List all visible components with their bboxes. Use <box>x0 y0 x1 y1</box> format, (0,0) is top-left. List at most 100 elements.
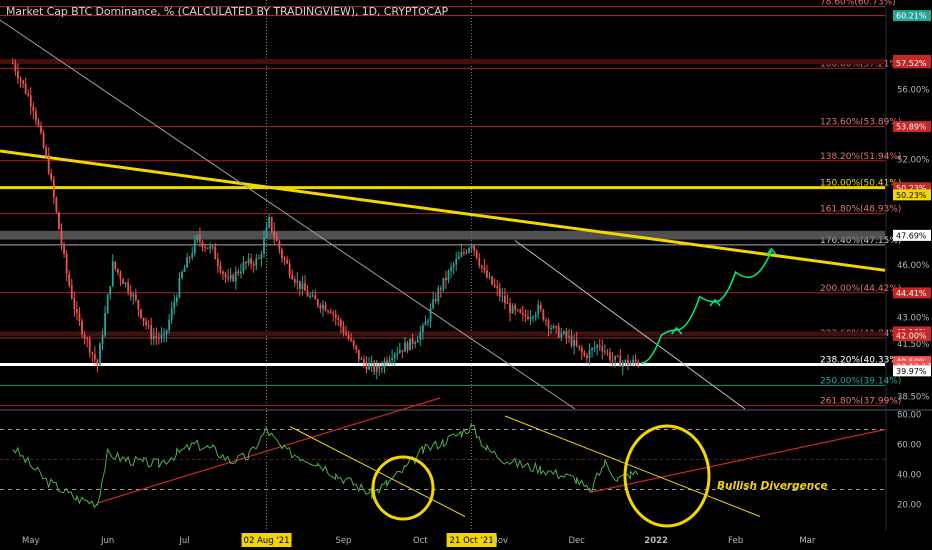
price-label-6: 50.23% <box>896 191 927 200</box>
candle-body-157 <box>414 342 417 345</box>
candle-body-191 <box>501 295 504 297</box>
price-label-3: 57.52% <box>896 59 927 68</box>
candle-body-16 <box>52 179 55 198</box>
candle-body-221 <box>578 345 581 348</box>
candle-body-27 <box>81 321 83 335</box>
candle-body-175 <box>460 252 463 257</box>
candle-body-195 <box>511 305 514 314</box>
candle-body-136 <box>360 359 363 361</box>
candle-body-193 <box>506 302 509 304</box>
candle-body-118 <box>314 295 317 300</box>
time-tick-11: Feb <box>728 536 743 546</box>
candle-body-174 <box>457 256 460 260</box>
candle-body-176 <box>463 252 465 254</box>
candle-body-102 <box>273 230 276 237</box>
candle-body-151 <box>398 350 401 354</box>
time-tick-2: Jun <box>100 536 114 546</box>
candle-body-44 <box>124 282 127 284</box>
fib-level-label-11: 250.00%(39.14%) <box>820 376 901 386</box>
candle-body-24 <box>73 298 76 310</box>
candle-body-51 <box>142 317 145 321</box>
candle-body-93 <box>250 258 253 265</box>
candle-body-8 <box>32 106 35 112</box>
candle-body-70 <box>191 253 194 258</box>
candle-body-204 <box>534 314 537 318</box>
candle-body-150 <box>396 353 399 355</box>
candle-body-178 <box>468 248 470 253</box>
candle-body-14 <box>47 155 50 173</box>
price-tick-5: 41.50% <box>897 340 929 350</box>
candle-body-126 <box>334 314 337 318</box>
candle-body-63 <box>173 302 176 309</box>
chart-canvas[interactable]: 78.60%(60.73%)100.00%(57.21%)123.60%(53.… <box>0 0 932 550</box>
candle-body-39 <box>111 261 114 287</box>
price-label-4: 53.89% <box>896 123 927 132</box>
candle-body-188 <box>493 284 496 287</box>
candle-body-103 <box>275 236 278 242</box>
candle-body-28 <box>83 334 86 339</box>
candle-body-86 <box>232 274 235 282</box>
candle-body-75 <box>204 247 206 249</box>
candle-body-59 <box>163 333 165 336</box>
candle-body-94 <box>252 264 255 266</box>
candle-body-215 <box>562 331 565 334</box>
price-label-7: 47.69% <box>896 231 927 240</box>
candle-body-206 <box>539 304 542 310</box>
candle-body-235 <box>614 355 617 361</box>
time-tick-9: Dec <box>568 536 585 546</box>
candle-body-82 <box>222 271 224 274</box>
candle-body-129 <box>342 326 345 333</box>
candle-body-61 <box>168 319 171 331</box>
candle-body-222 <box>580 347 583 353</box>
candle-body-211 <box>552 326 555 328</box>
candle-body-80 <box>216 259 219 266</box>
candle-body-49 <box>137 300 140 310</box>
candle-body-135 <box>357 349 360 360</box>
candle-body-132 <box>350 338 353 341</box>
candle-body-115 <box>306 290 309 297</box>
price-label-10: 42.00% <box>896 332 927 341</box>
candle-body-1 <box>14 63 17 72</box>
candle-body-232 <box>606 351 609 353</box>
candle-body-190 <box>498 288 501 297</box>
candle-body-213 <box>557 326 560 338</box>
bullish-divergence-label: Bullish Divergence <box>717 480 828 492</box>
candle-body-13 <box>45 147 48 156</box>
candle-body-35 <box>101 335 104 345</box>
candle-body-25 <box>75 309 78 313</box>
top-red-band <box>0 58 885 65</box>
price-tick-2: 52.00% <box>897 156 929 166</box>
candle-body-182 <box>478 258 481 266</box>
time-tick-5: Sep <box>335 536 351 546</box>
candle-body-242 <box>632 359 634 364</box>
candle-body-149 <box>393 354 396 359</box>
candle-body-137 <box>363 359 365 364</box>
candle-body-79 <box>214 246 217 260</box>
candle-body-60 <box>165 330 168 334</box>
candle-body-229 <box>598 345 601 347</box>
fib-level-label-4: 138.20%(51.94%) <box>820 152 901 162</box>
candle-body-2 <box>17 71 19 79</box>
time-tick-6: Oct <box>413 536 428 546</box>
candle-body-156 <box>411 338 414 345</box>
candle-body-127 <box>337 317 340 320</box>
candle-body-209 <box>547 320 550 329</box>
time-tick-10: 2022 <box>644 536 668 546</box>
candle-body-212 <box>555 326 558 328</box>
candle-body-220 <box>575 340 578 346</box>
candle-body-90 <box>242 261 245 272</box>
candle-body-69 <box>188 257 191 259</box>
candle-body-194 <box>509 303 511 314</box>
candle-body-143 <box>378 366 381 369</box>
candle-body-162 <box>427 321 429 323</box>
candle-body-171 <box>450 267 452 272</box>
candle-body-201 <box>527 316 529 320</box>
candle-body-96 <box>257 258 260 260</box>
candle-body-159 <box>419 332 422 340</box>
candle-body-109 <box>291 274 294 280</box>
fib-level-label-12: 261.80%(37.99%) <box>820 397 901 407</box>
candle-body-128 <box>339 319 342 327</box>
candle-body-48 <box>134 294 137 301</box>
candle-body-58 <box>160 335 163 339</box>
rsi-tick-1: 80.00 <box>897 411 921 421</box>
